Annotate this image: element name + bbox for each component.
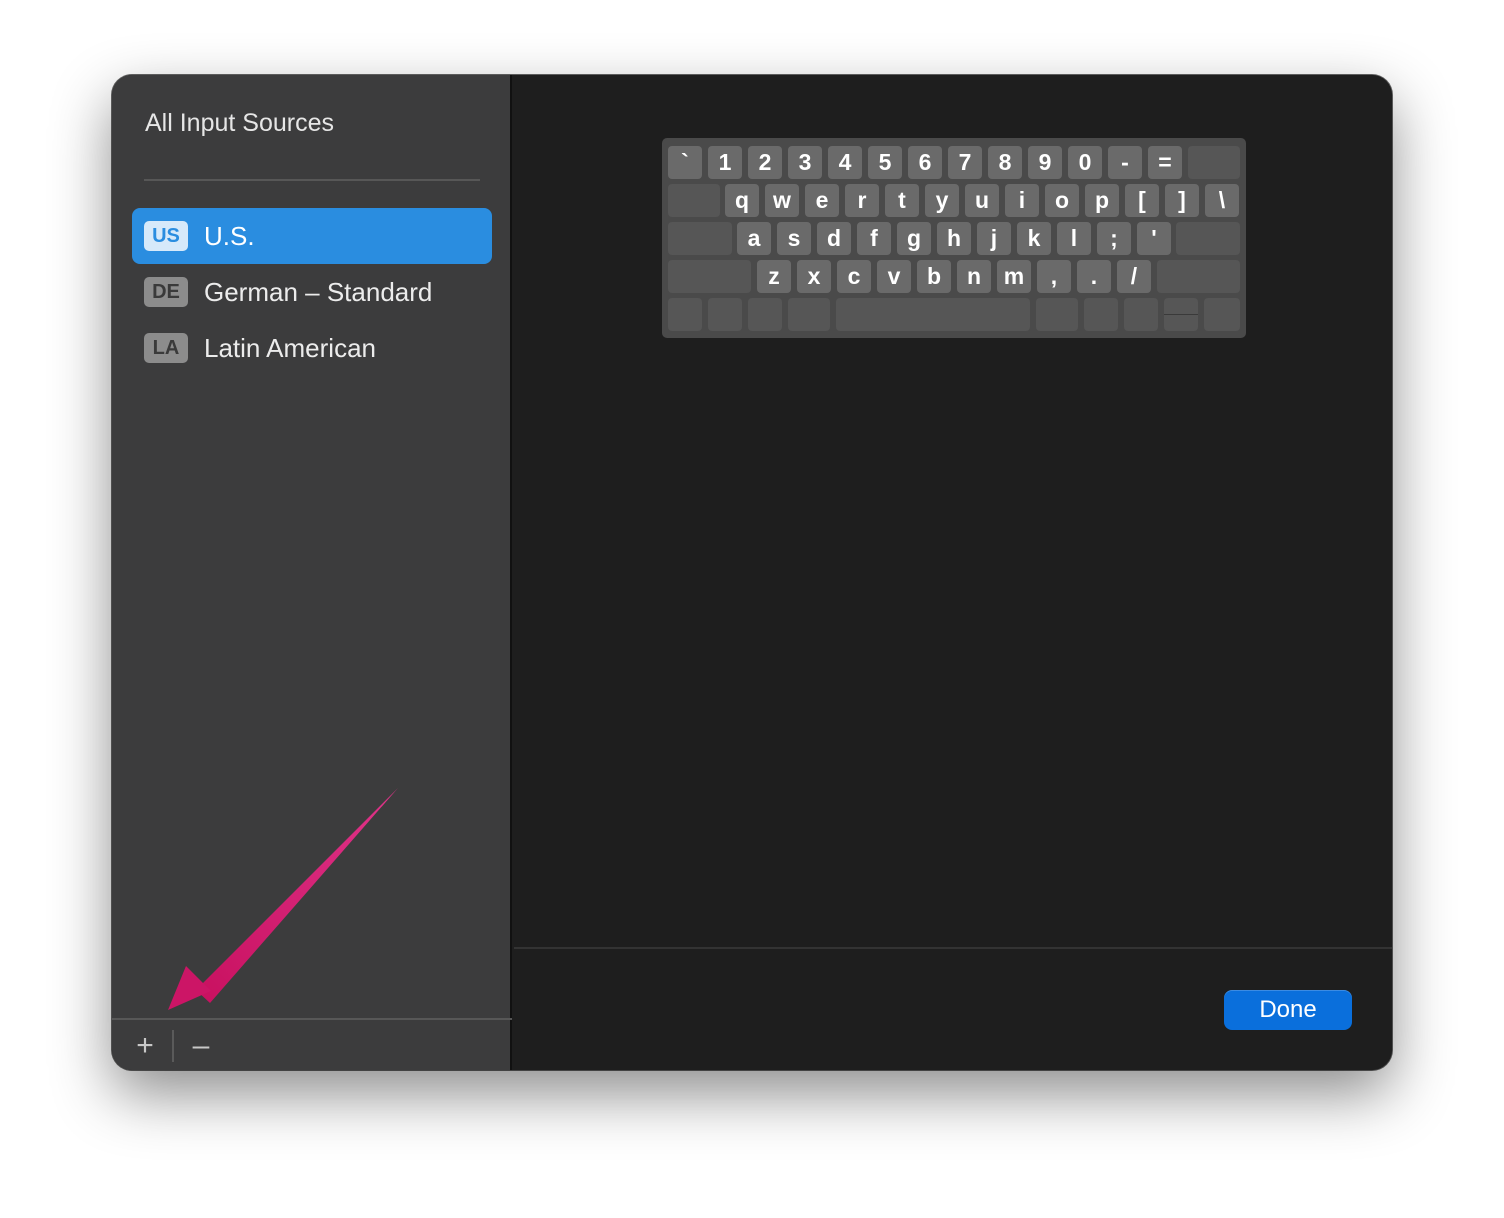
sidebar: All Input Sources US U.S. DE German – St…	[112, 75, 512, 1070]
key: 8	[988, 146, 1022, 179]
source-abbr-badge: LA	[144, 333, 188, 363]
key-shift-right	[1157, 260, 1240, 293]
key: ,	[1037, 260, 1071, 293]
key: c	[837, 260, 871, 293]
key: 5	[868, 146, 902, 179]
input-sources-window: All Input Sources US U.S. DE German – St…	[112, 75, 1392, 1070]
key-arrow-left	[1124, 298, 1158, 331]
key: r	[845, 184, 879, 217]
source-item-label: U.S.	[204, 220, 255, 251]
key: o	[1045, 184, 1079, 217]
key: l	[1057, 222, 1091, 255]
key: 3	[788, 146, 822, 179]
key-arrow-right	[1204, 298, 1240, 331]
key: t	[885, 184, 919, 217]
key: j	[977, 222, 1011, 255]
sidebar-title: All Input Sources	[145, 109, 334, 137]
key: z	[757, 260, 791, 293]
done-button[interactable]: Done	[1224, 990, 1352, 1030]
key: d	[817, 222, 851, 255]
key: f	[857, 222, 891, 255]
key: x	[797, 260, 831, 293]
main-panel: ` 1 2 3 4 5 6 7 8 9 0- = q w e r t y u i o p[] \ a s d f g h j k l; ' …	[514, 75, 1392, 1070]
key: 1	[708, 146, 742, 179]
source-item-label: Latin American	[204, 332, 376, 363]
key: p	[1085, 184, 1119, 217]
source-item-latin-american[interactable]: LA Latin American	[132, 320, 492, 376]
footer-divider	[514, 947, 1392, 949]
keyboard-layout-preview: ` 1 2 3 4 5 6 7 8 9 0- = q w e r t y u i o p[] \ a s d f g h j k l; ' …	[662, 138, 1246, 338]
key: m	[997, 260, 1031, 293]
key: -	[1108, 146, 1142, 179]
key-command	[788, 298, 830, 331]
source-item-us[interactable]: US U.S.	[132, 208, 492, 264]
key: ;	[1097, 222, 1131, 255]
bar-divider	[172, 1030, 174, 1062]
key: 7	[948, 146, 982, 179]
key-shift-left	[668, 260, 751, 293]
key: '	[1137, 222, 1171, 255]
input-source-list: US U.S. DE German – Standard LA Latin Am…	[132, 208, 492, 376]
key: q	[725, 184, 759, 217]
key: g	[897, 222, 931, 255]
key: u	[965, 184, 999, 217]
key-control	[708, 298, 742, 331]
key: w	[765, 184, 799, 217]
key-arrow-up-down	[1164, 298, 1198, 331]
key: =	[1148, 146, 1182, 179]
key: h	[937, 222, 971, 255]
key-fn	[668, 298, 702, 331]
key-option	[748, 298, 782, 331]
key: .	[1077, 260, 1111, 293]
sidebar-divider	[144, 179, 480, 181]
key: \	[1205, 184, 1239, 217]
source-abbr-badge: DE	[144, 277, 188, 307]
key: ]	[1165, 184, 1199, 217]
key: v	[877, 260, 911, 293]
key: y	[925, 184, 959, 217]
add-source-button[interactable]: +	[125, 1026, 165, 1066]
key: a	[737, 222, 771, 255]
source-abbr-badge: US	[144, 221, 188, 251]
key-caps-lock	[668, 222, 732, 255]
key: 2	[748, 146, 782, 179]
key: e	[805, 184, 839, 217]
key: 6	[908, 146, 942, 179]
key: n	[957, 260, 991, 293]
key: i	[1005, 184, 1039, 217]
key-return	[1176, 222, 1240, 255]
key: k	[1017, 222, 1051, 255]
key: [	[1125, 184, 1159, 217]
key: s	[777, 222, 811, 255]
source-item-label: German – Standard	[204, 276, 433, 307]
sidebar-bottom-bar: + –	[112, 1018, 512, 1070]
key: /	[1117, 260, 1151, 293]
key-delete	[1188, 146, 1240, 179]
key: `	[668, 146, 702, 179]
key-option-right	[1084, 298, 1118, 331]
key: 0	[1068, 146, 1102, 179]
key: 9	[1028, 146, 1062, 179]
remove-source-button[interactable]: –	[181, 1026, 221, 1066]
key: 4	[828, 146, 862, 179]
key-command-right	[1036, 298, 1078, 331]
key: b	[917, 260, 951, 293]
source-item-german[interactable]: DE German – Standard	[132, 264, 492, 320]
key-tab	[668, 184, 720, 217]
key-space	[836, 298, 1030, 331]
